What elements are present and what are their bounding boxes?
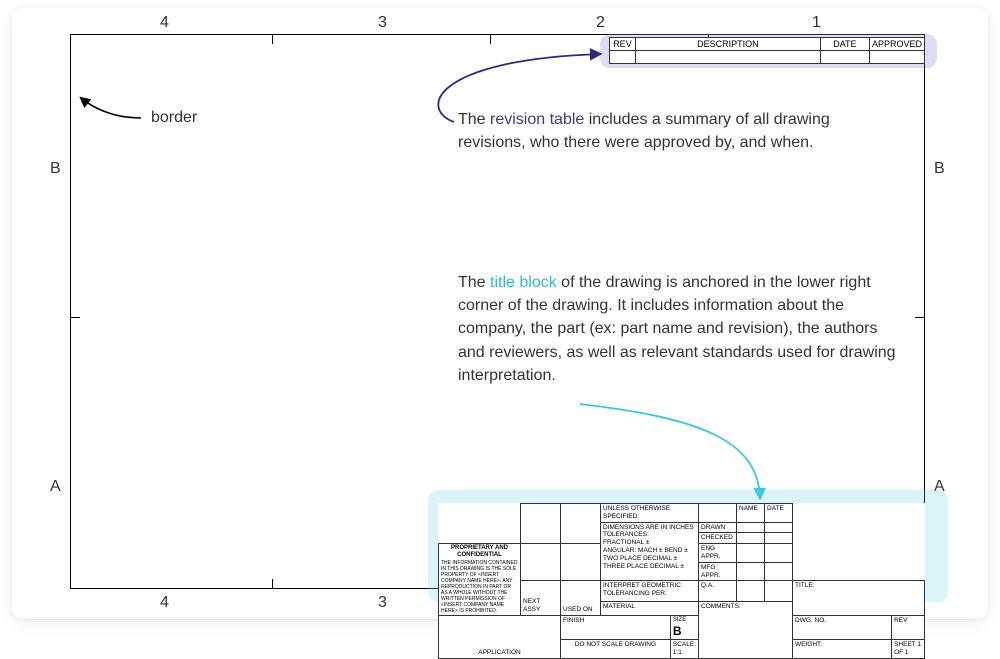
tb-material: MATERIAL (601, 602, 699, 615)
rev-header-date: DATE (820, 38, 869, 51)
tb-drawn: DRAWN (699, 522, 737, 533)
title-block: UNLESS OTHERWISE SPECIFIED: NAME DATE DI… (438, 503, 925, 659)
tb-sheet: SHEET 1 OF 1 (892, 640, 925, 659)
tick-top-2 (490, 34, 491, 44)
tb-finish: FINISH (561, 615, 671, 640)
tb-dwgno: DWG. NO. (793, 615, 892, 640)
tb-anno-prefix: The (458, 274, 490, 291)
rev-row-empty (610, 51, 925, 64)
tb-dims: DIMENSIONS ARE IN INCHES TOLERANCES: FRA… (601, 522, 699, 581)
tb-usedon: USED ON (561, 581, 601, 615)
tick-bot-1 (272, 579, 273, 589)
tb-size-label: SIZE (673, 617, 696, 624)
axis-left-b: B (50, 160, 61, 178)
tb-anno-term: title block (490, 274, 557, 291)
rev-anno-term: revision table (490, 111, 584, 128)
tb-weight: WEIGHT: (793, 640, 892, 659)
tb-title-label: TITLE: (793, 581, 925, 615)
axis-top-2: 2 (596, 14, 605, 32)
rev-header-desc: DESCRIPTION (635, 38, 820, 51)
tb-scale: SCALE: 1:1 (670, 640, 698, 659)
axis-left-a: A (50, 478, 61, 496)
tb-proprietary-header: PROPRIETARY AND CONFIDENTIAL (441, 545, 518, 559)
axis-top-4: 4 (160, 14, 169, 32)
rev-header-apprv: APPROVED (869, 38, 924, 51)
tb-comments: COMMENTS: (699, 602, 793, 658)
axis-top-1: 1 (812, 14, 821, 32)
tb-checked: CHECKED (699, 533, 737, 544)
tb-nextassy: NEXT ASSY (521, 581, 561, 615)
tb-interpret: INTERPRET GEOMETRIC TOLERANCING PER: (601, 581, 699, 602)
tb-application: APPLICATION (439, 615, 561, 658)
tick-top-1 (272, 34, 273, 44)
axis-right-b: B (934, 160, 945, 178)
tb-proprietary-body: THE INFORMATION CONTAINED IN THIS DRAWIN… (441, 560, 518, 614)
tb-size-value: B (673, 624, 696, 638)
tb-unless: UNLESS OTHERWISE SPECIFIED: (601, 504, 699, 523)
tick-left (70, 317, 80, 318)
tb-col-date: DATE (765, 504, 793, 523)
tb-rev-label: REV (892, 615, 925, 640)
tick-right (915, 317, 925, 318)
revision-annotation: The revision table includes a summary of… (458, 108, 878, 154)
axis-bottom-3: 3 (378, 594, 387, 612)
axis-top-3: 3 (378, 14, 387, 32)
tb-qa: Q.A. (699, 581, 737, 602)
tb-donotscale: DO NOT SCALE DRAWING (561, 640, 671, 659)
rev-header-rev: REV (610, 38, 636, 51)
axis-bottom-4: 4 (160, 594, 169, 612)
revision-table: REV DESCRIPTION DATE APPROVED (609, 37, 925, 64)
tb-col-name: NAME (737, 504, 765, 523)
tb-mfg: MFG APPR. (699, 562, 737, 581)
rev-anno-prefix: The (458, 111, 490, 128)
border-label: border (151, 109, 197, 127)
titleblock-annotation: The title block of the drawing is anchor… (458, 271, 898, 387)
tb-eng: ENG APPR. (699, 544, 737, 563)
